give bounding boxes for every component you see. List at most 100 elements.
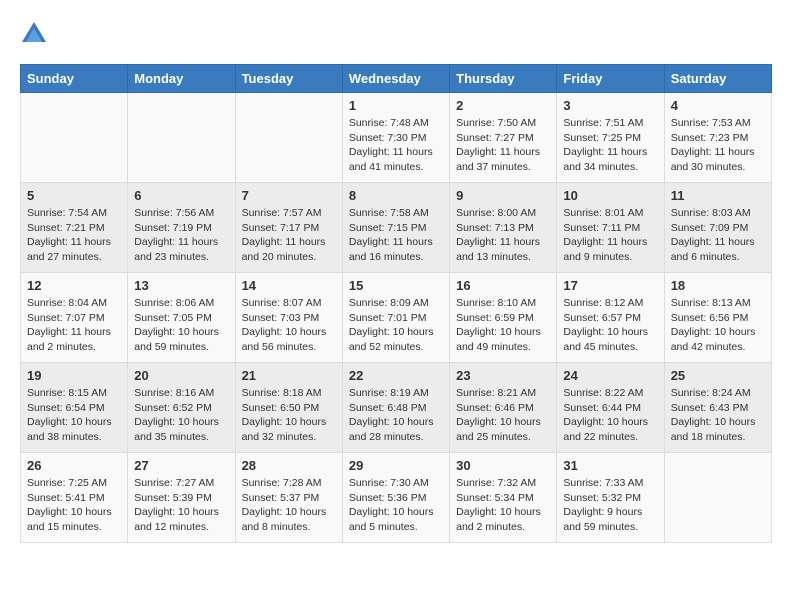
cell-text: Sunrise: 8:19 AM [349, 386, 443, 401]
cell-text: Daylight: 10 hours and 56 minutes. [242, 325, 336, 354]
cell-text: Sunset: 6:54 PM [27, 401, 121, 416]
cell-text: Daylight: 10 hours and 45 minutes. [563, 325, 657, 354]
cell-text: Sunrise: 8:04 AM [27, 296, 121, 311]
day-header-wednesday: Wednesday [342, 65, 449, 93]
calendar-cell: 24Sunrise: 8:22 AMSunset: 6:44 PMDayligh… [557, 363, 664, 453]
cell-text: Sunrise: 8:01 AM [563, 206, 657, 221]
calendar-body: 1Sunrise: 7:48 AMSunset: 7:30 PMDaylight… [21, 93, 772, 543]
cell-text: Daylight: 10 hours and 35 minutes. [134, 415, 228, 444]
calendar-cell: 1Sunrise: 7:48 AMSunset: 7:30 PMDaylight… [342, 93, 449, 183]
cell-text: Daylight: 10 hours and 32 minutes. [242, 415, 336, 444]
cell-text: Sunset: 7:01 PM [349, 311, 443, 326]
cell-text: Sunset: 5:32 PM [563, 491, 657, 506]
cell-text: Daylight: 10 hours and 8 minutes. [242, 505, 336, 534]
cell-text: Daylight: 10 hours and 15 minutes. [27, 505, 121, 534]
day-number: 13 [134, 278, 228, 293]
calendar-cell: 31Sunrise: 7:33 AMSunset: 5:32 PMDayligh… [557, 453, 664, 543]
cell-text: Sunset: 6:44 PM [563, 401, 657, 416]
calendar-cell: 6Sunrise: 7:56 AMSunset: 7:19 PMDaylight… [128, 183, 235, 273]
day-number: 27 [134, 458, 228, 473]
day-number: 25 [671, 368, 765, 383]
calendar-cell: 20Sunrise: 8:16 AMSunset: 6:52 PMDayligh… [128, 363, 235, 453]
cell-text: Daylight: 11 hours and 37 minutes. [456, 145, 550, 174]
cell-text: Sunset: 5:39 PM [134, 491, 228, 506]
day-number: 22 [349, 368, 443, 383]
calendar-cell [664, 453, 771, 543]
cell-text: Sunset: 5:37 PM [242, 491, 336, 506]
day-header-tuesday: Tuesday [235, 65, 342, 93]
cell-text: Daylight: 10 hours and 49 minutes. [456, 325, 550, 354]
cell-text: Sunrise: 7:57 AM [242, 206, 336, 221]
cell-text: Sunset: 7:19 PM [134, 221, 228, 236]
day-number: 5 [27, 188, 121, 203]
day-number: 1 [349, 98, 443, 113]
day-header-thursday: Thursday [450, 65, 557, 93]
calendar-cell: 17Sunrise: 8:12 AMSunset: 6:57 PMDayligh… [557, 273, 664, 363]
day-number: 19 [27, 368, 121, 383]
week-row-0: 1Sunrise: 7:48 AMSunset: 7:30 PMDaylight… [21, 93, 772, 183]
calendar-cell: 16Sunrise: 8:10 AMSunset: 6:59 PMDayligh… [450, 273, 557, 363]
day-number: 24 [563, 368, 657, 383]
cell-text: Sunrise: 8:00 AM [456, 206, 550, 221]
calendar-cell: 28 Sunrise: 7:28 AMSunset: 5:37 PMDayligh… [235, 453, 342, 543]
cell-text: Sunset: 7:25 PM [563, 131, 657, 146]
cell-text: Sunrise: 7:58 AM [349, 206, 443, 221]
calendar-cell: 19Sunrise: 8:15 AMSunset: 6:54 PMDayligh… [21, 363, 128, 453]
page-header [20, 20, 772, 48]
week-row-2: 12Sunrise: 8:04 AMSunset: 7:07 PMDayligh… [21, 273, 772, 363]
cell-text: Daylight: 11 hours and 20 minutes. [242, 235, 336, 264]
cell-text: Sunset: 7:17 PM [242, 221, 336, 236]
cell-text: Sunset: 6:46 PM [456, 401, 550, 416]
cell-text: Daylight: 11 hours and 41 minutes. [349, 145, 443, 174]
calendar-header: SundayMondayTuesdayWednesdayThursdayFrid… [21, 65, 772, 93]
cell-text: Sunset: 7:27 PM [456, 131, 550, 146]
calendar-cell: 23Sunrise: 8:21 AMSunset: 6:46 PMDayligh… [450, 363, 557, 453]
cell-text: Sunset: 5:34 PM [456, 491, 550, 506]
cell-text: Sunset: 7:13 PM [456, 221, 550, 236]
calendar-cell: 7Sunrise: 7:57 AMSunset: 7:17 PMDaylight… [235, 183, 342, 273]
cell-text: Daylight: 11 hours and 23 minutes. [134, 235, 228, 264]
cell-text: Sunrise: 7:28 AM [242, 476, 336, 491]
cell-text: Sunset: 7:21 PM [27, 221, 121, 236]
calendar-cell: 18Sunrise: 8:13 AMSunset: 6:56 PMDayligh… [664, 273, 771, 363]
cell-text: Sunrise: 7:33 AM [563, 476, 657, 491]
cell-text: Sunset: 6:50 PM [242, 401, 336, 416]
calendar-table: SundayMondayTuesdayWednesdayThursdayFrid… [20, 64, 772, 543]
week-row-3: 19Sunrise: 8:15 AMSunset: 6:54 PMDayligh… [21, 363, 772, 453]
calendar-cell: 3Sunrise: 7:51 AMSunset: 7:25 PMDaylight… [557, 93, 664, 183]
cell-text: Sunrise: 8:22 AM [563, 386, 657, 401]
cell-text: Sunrise: 8:16 AM [134, 386, 228, 401]
cell-text: Daylight: 10 hours and 38 minutes. [27, 415, 121, 444]
cell-text: Sunset: 7:30 PM [349, 131, 443, 146]
cell-text: Sunrise: 8:06 AM [134, 296, 228, 311]
calendar-cell [128, 93, 235, 183]
cell-text: Sunrise: 8:10 AM [456, 296, 550, 311]
day-number: 28 [242, 458, 336, 473]
cell-text: Sunrise: 8:13 AM [671, 296, 765, 311]
cell-text: Sunrise: 8:12 AM [563, 296, 657, 311]
calendar-cell: 5 Sunrise: 7:54 AMSunset: 7:21 PMDaylight… [21, 183, 128, 273]
week-row-1: 5Sunrise: 7:54 AMSunset: 7:21 PMDaylight… [21, 183, 772, 273]
calendar-cell [235, 93, 342, 183]
cell-text: Daylight: 10 hours and 59 minutes. [134, 325, 228, 354]
cell-text: Sunset: 5:36 PM [349, 491, 443, 506]
cell-text: Sunset: 7:23 PM [671, 131, 765, 146]
logo [20, 20, 52, 48]
cell-text: Daylight: 11 hours and 6 minutes. [671, 235, 765, 264]
cell-text: Sunset: 6:52 PM [134, 401, 228, 416]
cell-text: Daylight: 10 hours and 25 minutes. [456, 415, 550, 444]
cell-text: Daylight: 10 hours and 28 minutes. [349, 415, 443, 444]
calendar-cell: 22 Sunrise: 8:19 AMSunset: 6:48 PMDayligh… [342, 363, 449, 453]
day-number: 11 [671, 188, 765, 203]
cell-text: Sunset: 6:59 PM [456, 311, 550, 326]
day-number: 31 [563, 458, 657, 473]
cell-text: Daylight: 11 hours and 9 minutes. [563, 235, 657, 264]
cell-text: Sunrise: 8:18 AM [242, 386, 336, 401]
cell-text: Daylight: 11 hours and 16 minutes. [349, 235, 443, 264]
day-number: 3 [563, 98, 657, 113]
day-number: 30 [456, 458, 550, 473]
cell-text: Daylight: 11 hours and 27 minutes. [27, 235, 121, 264]
cell-text: Sunrise: 7:54 AM [27, 206, 121, 221]
cell-text: Sunset: 6:48 PM [349, 401, 443, 416]
calendar-cell: 27Sunrise: 7:27 AMSunset: 5:39 PMDayligh… [128, 453, 235, 543]
